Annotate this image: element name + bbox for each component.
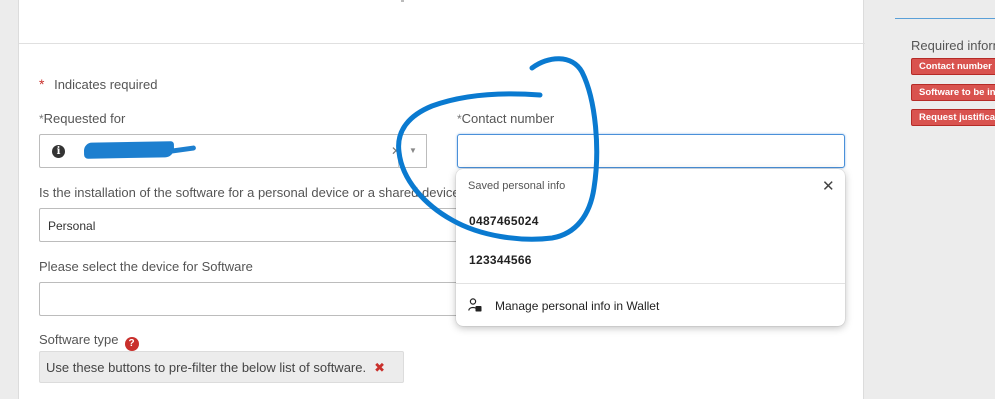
reference-lookup-icon: ▼ <box>409 146 417 155</box>
required-star: * <box>39 76 45 92</box>
redacted-user-name <box>83 141 175 159</box>
software-type-label: Software type? <box>39 332 139 351</box>
software-filter-hint: Use these buttons to pre-filter the belo… <box>39 351 404 383</box>
close-icon[interactable]: ✕ <box>822 177 835 195</box>
installation-type-select[interactable]: Personal <box>39 208 459 242</box>
installation-question-label: Is the installation of the software for … <box>39 185 460 200</box>
required-tag-justification[interactable]: Request justification <box>911 109 995 126</box>
requested-for-field[interactable]: i ✕ <box>39 134 426 168</box>
requested-for-label: *Requested for <box>39 111 125 126</box>
required-tag-contact-number[interactable]: Contact number <box>911 58 995 75</box>
contact-number-label: *Contact number <box>457 111 554 126</box>
help-icon[interactable]: ? <box>124 337 139 351</box>
contact-number-label-text: Contact number <box>461 111 555 126</box>
installation-type-value: Personal <box>48 219 96 233</box>
clear-filter-icon[interactable]: ✖ <box>374 360 385 375</box>
required-note: * Indicates required <box>39 76 157 92</box>
popup-divider <box>456 283 845 284</box>
required-note-text: Indicates required <box>54 77 158 92</box>
device-label: Please select the device for Software <box>39 259 253 274</box>
manage-wallet-link[interactable]: Manage personal info in Wallet <box>495 299 659 313</box>
requested-for-label-text: Requested for <box>43 111 126 126</box>
top-tick <box>401 0 404 2</box>
required-info-title: Required information <box>911 38 995 53</box>
sidebar-rule <box>895 18 995 19</box>
software-filter-hint-text: Use these buttons to pre-filter the belo… <box>46 360 367 375</box>
wallet-person-icon <box>468 298 482 312</box>
required-tag-software[interactable]: Software to be installed <box>911 84 995 101</box>
saved-number-item-2[interactable]: 123344566 <box>469 253 532 267</box>
software-type-label-text: Software type <box>39 332 119 347</box>
reference-lookup-button[interactable]: ▼ <box>398 134 427 168</box>
device-input[interactable] <box>39 282 459 316</box>
info-icon[interactable]: i <box>52 145 65 158</box>
contact-number-input[interactable] <box>457 134 845 168</box>
saved-number-item-1[interactable]: 0487465024 <box>469 214 539 228</box>
popup-header: Saved personal info <box>468 180 566 192</box>
top-divider <box>19 43 865 44</box>
autofill-popup: Saved personal info ✕ 0487465024 1233445… <box>456 169 845 326</box>
